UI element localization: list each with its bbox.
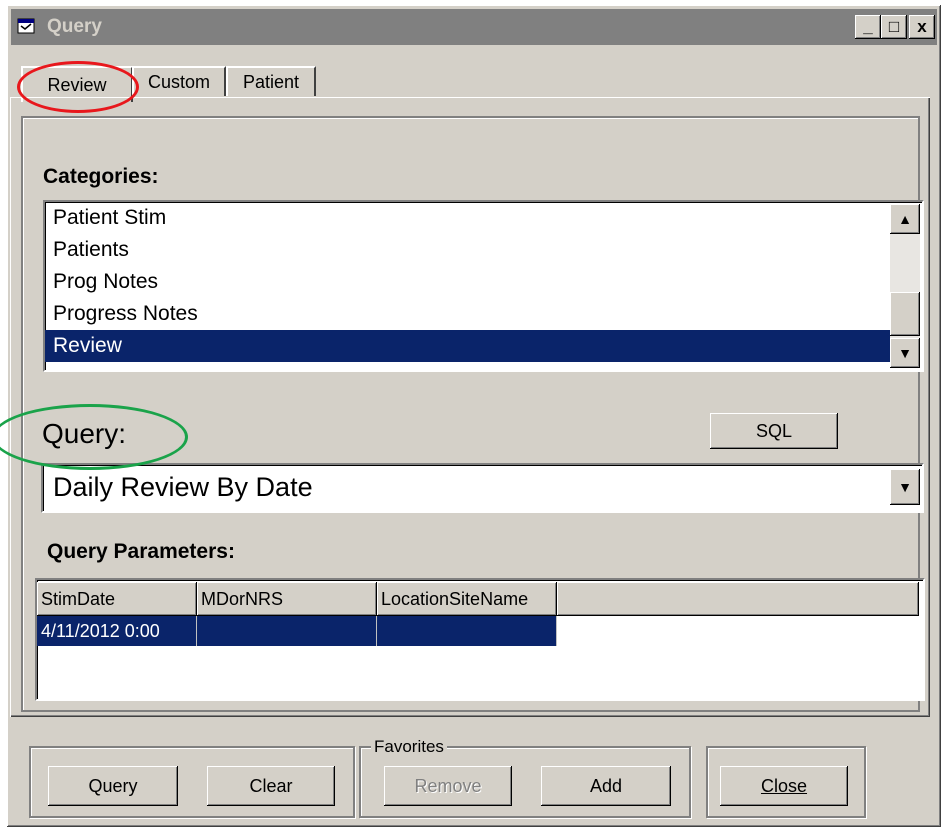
column-header-locationsitename[interactable]: LocationSiteName <box>377 582 557 616</box>
app-icon <box>17 18 35 34</box>
scroll-up-arrow-icon[interactable]: ▲ <box>890 204 920 234</box>
column-header-stimdate[interactable]: StimDate <box>37 582 197 616</box>
list-item[interactable]: Patient Stim <box>45 202 891 234</box>
list-item[interactable]: Prog Notes <box>45 266 891 298</box>
window-title: Query <box>47 16 102 37</box>
list-item[interactable]: Patients <box>45 234 891 266</box>
minimize-button[interactable]: _ <box>855 15 881 39</box>
query-parameters-label: Query Parameters: <box>47 540 235 563</box>
list-item-selected[interactable]: Review <box>45 330 891 362</box>
column-header-empty <box>557 582 919 616</box>
table-cell-mdornrs[interactable] <box>197 616 377 646</box>
list-item[interactable]: Progress Notes <box>45 298 891 330</box>
dropdown-arrow-icon[interactable]: ▼ <box>890 469 920 505</box>
sql-button[interactable]: SQL <box>710 413 838 449</box>
add-button[interactable]: Add <box>541 766 671 806</box>
tab-custom[interactable]: Custom <box>132 66 226 96</box>
query-select[interactable]: Daily Review By Date ▼ <box>41 463 924 513</box>
table-cell-stimdate[interactable]: 4/11/2012 0:00 <box>37 616 197 646</box>
remove-button: Remove <box>384 766 512 806</box>
favorites-label: Favorites <box>371 737 447 757</box>
query-button[interactable]: Query <box>48 766 178 806</box>
query-select-value: Daily Review By Date <box>53 472 313 502</box>
scroll-thumb[interactable] <box>890 292 920 336</box>
scroll-down-arrow-icon[interactable]: ▼ <box>890 338 920 368</box>
column-header-mdornrs[interactable]: MDorNRS <box>197 582 377 616</box>
categories-label: Categories: <box>43 165 159 188</box>
clear-button[interactable]: Clear <box>207 766 335 806</box>
table-cell-locationsitename[interactable] <box>377 616 557 646</box>
query-label: Query: <box>42 418 127 449</box>
parameters-grid[interactable]: StimDate MDorNRS LocationSiteName 4/11/2… <box>35 578 925 701</box>
tab-patient[interactable]: Patient <box>226 66 316 96</box>
maximize-button[interactable]: □ <box>881 15 907 39</box>
close-button[interactable]: Close <box>720 766 848 806</box>
title-bar[interactable]: Query _ □ x <box>11 9 937 45</box>
categories-listbox[interactable]: Patient Stim Patients Prog Notes Progres… <box>43 200 924 372</box>
categories-scrollbar[interactable]: ▲ ▼ <box>890 204 920 368</box>
close-window-button[interactable]: x <box>909 15 935 39</box>
